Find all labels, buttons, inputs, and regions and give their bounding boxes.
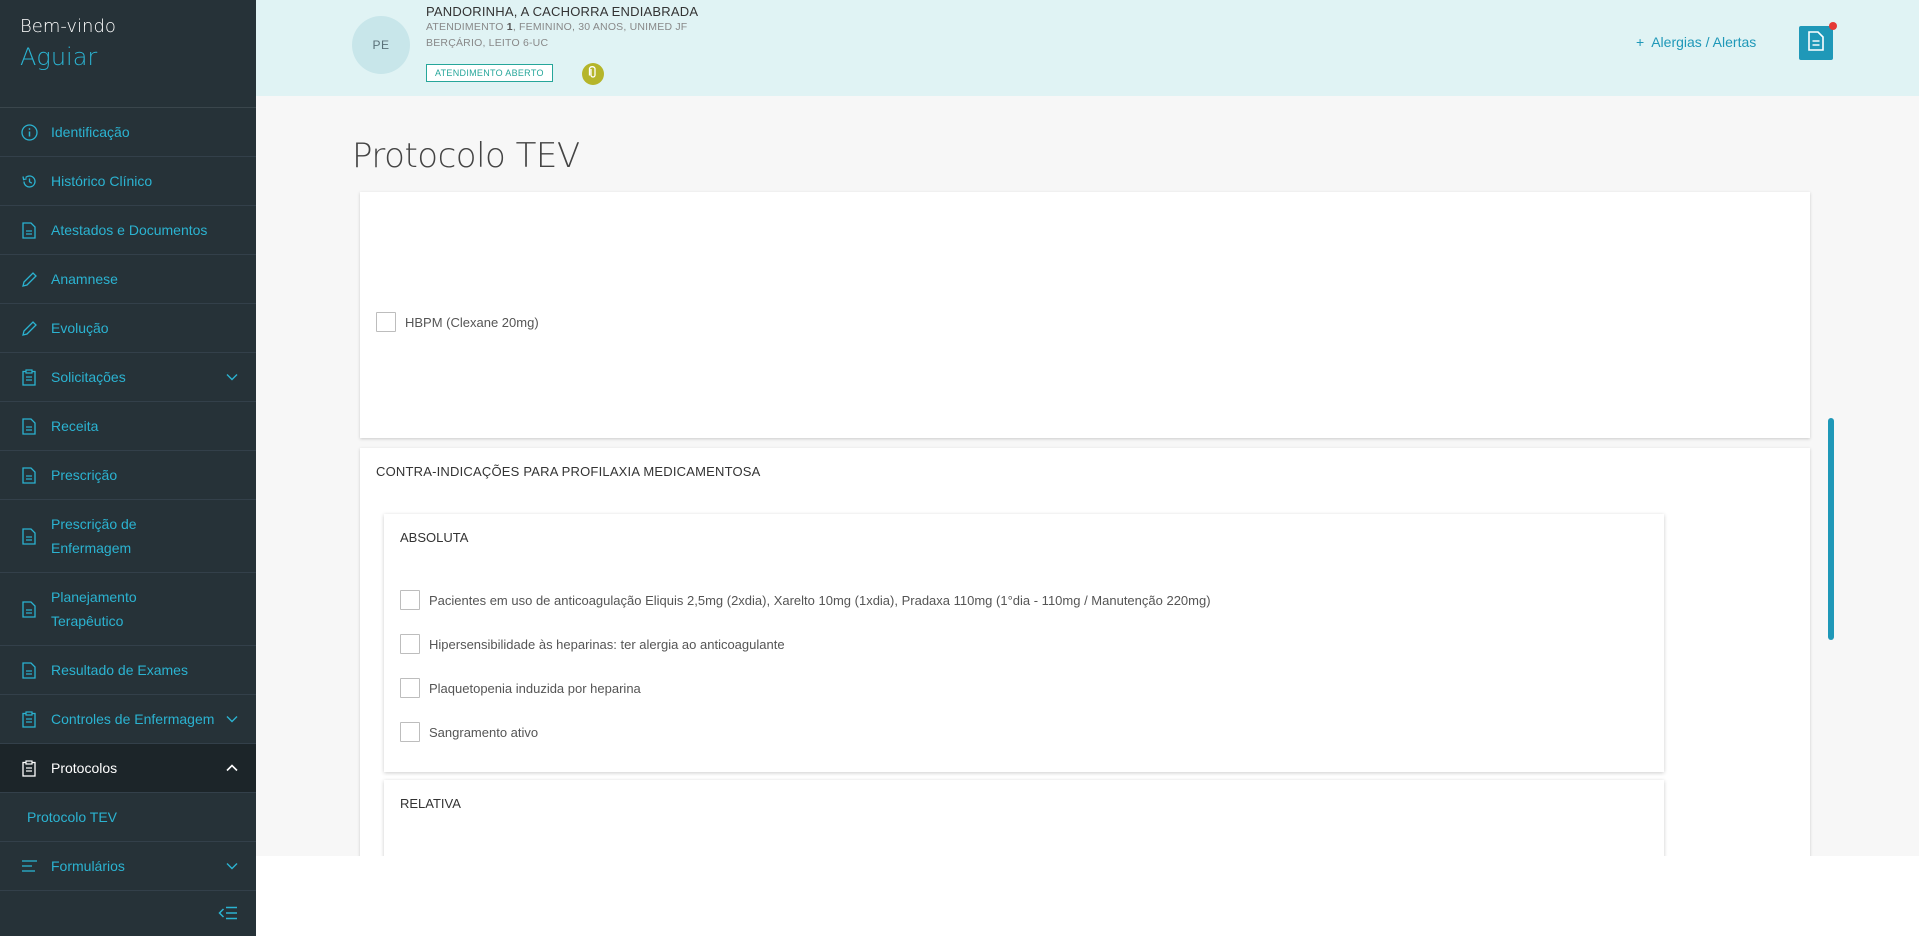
checkbox[interactable] <box>400 722 420 742</box>
sidebar-item-historico[interactable]: Histórico Clínico <box>0 157 256 206</box>
page-title: Protocolo TEV <box>352 136 580 176</box>
patient-name: PANDORINHA, A CACHORRA ENDIABRADA <box>426 4 699 19</box>
sidebar: Bem-vindo Aguiar Identificação Histórico… <box>0 0 256 936</box>
sidebar-item-solicitacoes[interactable]: Solicitações <box>0 353 256 402</box>
allergies-alerts-label: Alergias / Alertas <box>1651 34 1757 50</box>
clipboard-icon <box>20 759 38 777</box>
document-icon <box>20 527 38 545</box>
chevron-down-icon <box>226 713 238 725</box>
sidebar-item-label: Protocolos <box>51 760 118 776</box>
clipboard-icon <box>20 368 38 386</box>
checkbox-option[interactable]: HBPM (Clexane 20mg) <box>376 312 539 332</box>
chevron-up-icon <box>226 762 238 774</box>
sidebar-item-label: Anamnese <box>51 271 118 287</box>
history-icon <box>20 172 38 190</box>
sidebar-subitem-protocolo-tev[interactable]: Protocolo TEV <box>0 793 256 842</box>
patient-details-rest: , FEMININO, 30 ANOS, UNIMED JF <box>512 21 688 33</box>
checkbox[interactable] <box>400 590 420 610</box>
sidebar-item-label: Solicitações <box>51 369 126 385</box>
clipboard-icon <box>20 710 38 728</box>
sidebar-subitem-label: Protocolo TEV <box>27 809 118 825</box>
paperclip-icon <box>588 65 598 84</box>
patient-details: ATENDIMENTO 1, FEMININO, 30 ANOS, UNIMED… <box>426 21 687 33</box>
contra-indicacoes-card: CONTRA-INDICAÇÕES PARA PROFILAXIA MEDICA… <box>360 448 1810 856</box>
collapse-menu-icon[interactable] <box>218 906 238 922</box>
checkbox-option[interactable]: Hipersensibilidade às heparinas: ter ale… <box>400 634 785 654</box>
scrollbar-thumb[interactable] <box>1828 418 1834 640</box>
documents-button[interactable] <box>1799 26 1833 60</box>
sidebar-item-label: Resultado de Exames <box>51 662 188 678</box>
document-icon <box>20 417 38 435</box>
sidebar-item-label: Formulários <box>51 858 125 874</box>
absoluta-title: ABSOLUTA <box>400 530 469 545</box>
checkbox-option[interactable]: Pacientes em uso de anticoagulação Eliqu… <box>400 590 1211 610</box>
absoluta-card: ABSOLUTA Pacientes em uso de anticoagula… <box>384 514 1664 772</box>
checkbox-label: Sangramento ativo <box>429 724 539 740</box>
list-icon <box>20 857 38 875</box>
sidebar-item-identificacao[interactable]: Identificação <box>0 108 256 157</box>
sidebar-item-receita[interactable]: Receita <box>0 402 256 451</box>
checkbox-label: Hipersensibilidade às heparinas: ter ale… <box>429 636 785 652</box>
pencil-icon <box>20 319 38 337</box>
chevron-down-icon <box>226 860 238 872</box>
sidebar-item-prescricao-enfermagem[interactable]: Prescrição de Enfermagem <box>0 500 256 573</box>
document-icon <box>20 600 38 618</box>
checkbox-label: Pacientes em uso de anticoagulação Eliqu… <box>429 592 1211 608</box>
document-icon <box>1808 30 1824 56</box>
footer-area <box>256 856 1919 936</box>
sidebar-item-label: Prescrição de Enfermagem <box>51 516 137 556</box>
relativa-card: RELATIVA <box>384 780 1664 856</box>
checkbox[interactable] <box>400 678 420 698</box>
document-icon <box>20 661 38 679</box>
checkbox-option[interactable]: Sangramento ativo <box>400 722 538 742</box>
checkbox[interactable] <box>400 634 420 654</box>
sidebar-item-label: Atestados e Documentos <box>51 222 208 238</box>
sidebar-item-controles-enfermagem[interactable]: Controles de Enfermagem <box>0 695 256 744</box>
sidebar-item-planejamento[interactable]: Planejamento Terapêutico <box>0 573 256 646</box>
sidebar-item-label: Receita <box>51 418 99 434</box>
plus-icon: + <box>1636 34 1645 50</box>
sidebar-item-prescricao[interactable]: Prescrição <box>0 451 256 500</box>
allergies-alerts-link[interactable]: + Alergias / Alertas <box>1636 34 1756 50</box>
sidebar-item-label: Identificação <box>51 124 130 140</box>
sidebar-item-label: Prescrição <box>51 467 118 483</box>
welcome-text: Bem-vindo <box>20 16 116 37</box>
document-icon <box>20 466 38 484</box>
sidebar-nav: Identificação Histórico Clínico Atestado… <box>0 108 256 891</box>
sidebar-item-label: Evolução <box>51 320 109 336</box>
sidebar-item-protocolos[interactable]: Protocolos <box>0 744 256 793</box>
chevron-down-icon <box>226 371 238 383</box>
section-title: CONTRA-INDICAÇÕES PARA PROFILAXIA MEDICA… <box>376 464 761 479</box>
patient-location: BERÇÁRIO, LEITO 6-UC <box>426 37 549 49</box>
sidebar-item-resultado-exames[interactable]: Resultado de Exames <box>0 646 256 695</box>
welcome-block: Bem-vindo Aguiar <box>0 0 256 108</box>
patient-details-prefix: ATENDIMENTO <box>426 21 507 33</box>
sidebar-item-anamnese[interactable]: Anamnese <box>0 255 256 304</box>
notification-dot <box>1829 22 1837 30</box>
sidebar-item-label: Planejamento Terapêutico <box>51 589 137 629</box>
sidebar-item-label: Histórico Clínico <box>51 173 153 189</box>
sidebar-item-formularios[interactable]: Formulários <box>0 842 256 891</box>
patient-header: PE PANDORINHA, A CACHORRA ENDIABRADA ATE… <box>256 0 1919 96</box>
checkbox-label: Plaquetopenia induzida por heparina <box>429 680 641 696</box>
attachment-button[interactable] <box>582 63 604 85</box>
main-content: Protocolo TEV HBPM (Clexane 20mg) CONTRA… <box>256 96 1919 856</box>
info-icon <box>20 123 38 141</box>
document-icon <box>20 221 38 239</box>
sidebar-item-label: Controles de Enfermagem <box>51 711 215 727</box>
pencil-icon <box>20 270 38 288</box>
status-badge: ATENDIMENTO ABERTO <box>426 64 553 82</box>
sidebar-item-atestados[interactable]: Atestados e Documentos <box>0 206 256 255</box>
avatar: PE <box>352 16 410 74</box>
checkbox-option[interactable]: Plaquetopenia induzida por heparina <box>400 678 641 698</box>
sidebar-item-evolucao[interactable]: Evolução <box>0 304 256 353</box>
user-name[interactable]: Aguiar <box>20 43 236 71</box>
profilaxia-card: HBPM (Clexane 20mg) <box>360 192 1810 438</box>
checkbox[interactable] <box>376 312 396 332</box>
relativa-title: RELATIVA <box>400 796 461 811</box>
checkbox-label: HBPM (Clexane 20mg) <box>405 314 539 330</box>
